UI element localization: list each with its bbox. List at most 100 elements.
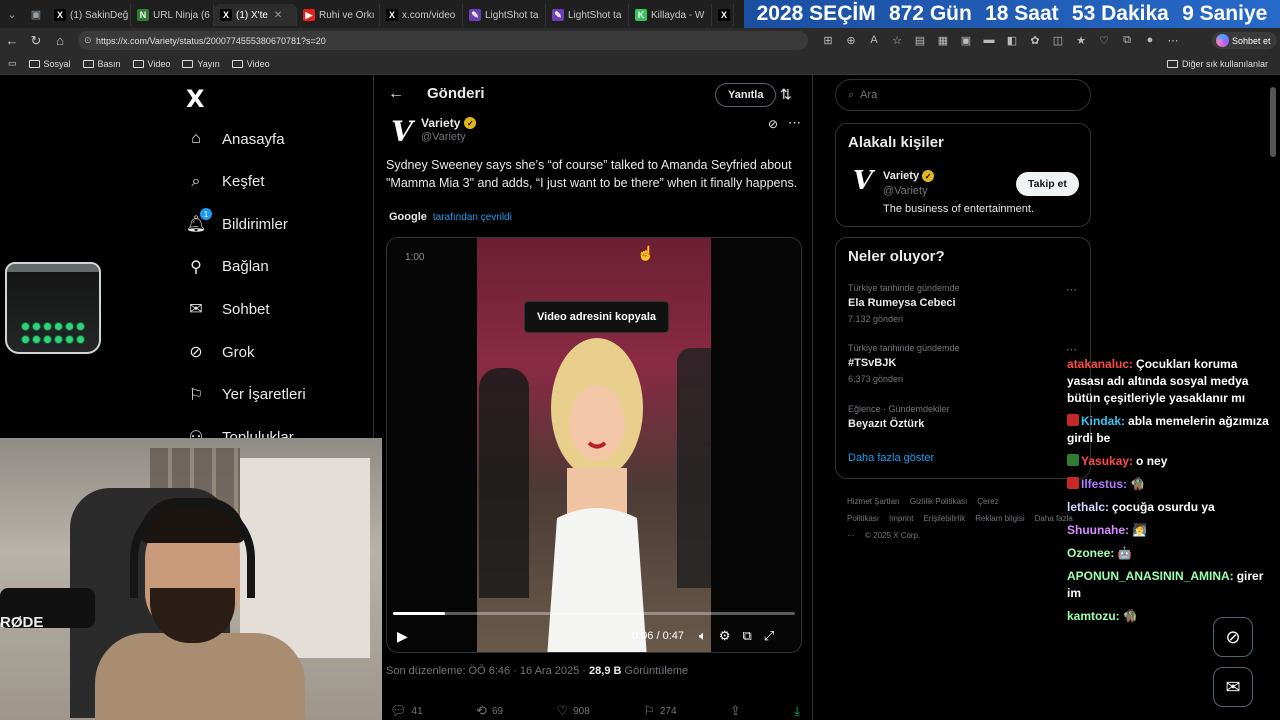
browser-tab[interactable]: ▶Ruhi ve Orkı✕ (297, 4, 380, 26)
tab-actions-icon[interactable]: ⌄ (0, 0, 24, 28)
favorites-icon[interactable]: ★ (1073, 32, 1089, 48)
tab-favicon-icon: ✎ (552, 9, 564, 21)
extension-icon[interactable]: ▬ (981, 32, 997, 48)
reply-button[interactable]: Yanıtla (715, 83, 777, 107)
browser-tab[interactable]: NURL Ninja (6✕ (131, 4, 214, 26)
trend-more-icon[interactable]: ⋯ (1066, 283, 1077, 296)
nav-item-anasayfa[interactable]: ⌂ Anasayfa (186, 129, 284, 149)
follow-button[interactable]: Takip et (1016, 172, 1079, 196)
author-avatar[interactable]: V (386, 115, 418, 148)
browser-tab[interactable]: KKillayda - W✕ (629, 4, 712, 26)
picture-in-picture-icon[interactable]: ⧉ (742, 628, 751, 644)
tab-favicon-icon: ▶ (303, 9, 315, 21)
related-handle[interactable]: @Variety (883, 185, 928, 197)
nav-item-ke-fet[interactable]: ⌕ Keşfet (186, 172, 265, 192)
app-available-icon[interactable]: ⊞ (820, 32, 836, 48)
related-name[interactable]: Variety ✓ (883, 170, 935, 182)
read-aloud-icon[interactable]: A (866, 32, 882, 48)
trend-item[interactable]: Türkiye tarihinde gündemde #TSvBJK 6.373… (848, 343, 960, 384)
back-icon[interactable]: ← (0, 28, 24, 53)
extension-icon[interactable]: ◧ (1004, 32, 1020, 48)
settings-gear-icon[interactable]: ⚙ (719, 628, 731, 644)
other-bookmarks[interactable]: Diğer sık kullanılanlar (1166, 59, 1268, 69)
messages-fab-icon[interactable]: ✉ (1213, 667, 1253, 707)
menu-icon[interactable]: ⋯ (1165, 32, 1181, 48)
search-input[interactable]: ⌕ Ara (835, 79, 1091, 111)
author-handle[interactable]: @Variety (421, 131, 466, 143)
bookmark-folder[interactable]: Yayın (182, 59, 220, 69)
author-name[interactable]: Variety ✓ (421, 116, 477, 130)
zoom-icon[interactable]: ⊕ (843, 32, 859, 48)
favorite-star-icon[interactable]: ☆ (889, 32, 905, 48)
home-icon[interactable]: ⌂ (48, 28, 72, 53)
footer-link[interactable]: Gizlilik Politikası (910, 497, 967, 506)
workspaces-icon[interactable]: ▣ (24, 0, 48, 28)
profile-avatar-icon[interactable]: ● (1142, 32, 1158, 48)
video-progress-fill (393, 612, 446, 615)
back-arrow-icon[interactable]: ← (388, 85, 404, 103)
repost-count: 69 (491, 705, 504, 717)
trend-more-icon[interactable]: ⋯ (1066, 343, 1077, 356)
video-progress-bar[interactable] (393, 612, 795, 615)
extension-icon[interactable]: ▤ (912, 32, 928, 48)
nav-item-bildirimler[interactable]: 🔔︎ 1 Bildirimler (186, 208, 288, 234)
x-logo[interactable]: X (186, 85, 205, 113)
bookmark-action[interactable]: ⚐ 274 (643, 703, 676, 719)
reply-action[interactable]: 💬︎ 41 (390, 703, 423, 719)
volume-icon[interactable]: 🔈︎ (699, 628, 707, 644)
url-field[interactable]: ⊙ https://x.com/Variety/status/200077455… (78, 31, 808, 50)
copy-video-address-tooltip[interactable]: Video adresini kopyala (524, 301, 670, 333)
bookmark-folder[interactable]: Video (132, 59, 170, 69)
extension-icon[interactable]: ▣ (958, 32, 974, 48)
browser-tab[interactable]: X(1) SakinDeğ✕ (48, 4, 131, 26)
extension-icon[interactable]: ✿ (1027, 32, 1043, 48)
nav-item-ba-lan[interactable]: ⚲ Bağlan (186, 257, 269, 277)
tab-favicon-icon: X (718, 9, 730, 21)
grok-fab-icon[interactable]: ⊘ (1213, 617, 1253, 657)
trend-item[interactable]: Türkiye tarihinde gündemde Ela Rumeysa C… (848, 283, 960, 324)
nav-item-grok[interactable]: ⊘ Grok (186, 342, 254, 362)
translation-link[interactable]: tarafından çevrildi (433, 212, 512, 223)
post-actions: 💬︎ 41 ⟲ 69 ♡ 908 ⚐ 274 ⇪ ⤓ (390, 703, 800, 719)
bookmark-folder[interactable]: Video (231, 59, 270, 69)
footer-link[interactable]: Reklam bilgisi (975, 514, 1024, 523)
split-screen-icon[interactable]: ◫ (1050, 32, 1066, 48)
bookmark-folder[interactable]: Basın (82, 59, 121, 69)
bookmark-folder[interactable]: Sosyal (28, 59, 71, 69)
page-scrollbar[interactable] (1270, 87, 1276, 157)
nav-item-sohbet[interactable]: ✉ Sohbet (186, 299, 269, 319)
more-options-icon[interactable]: ⋯ (788, 115, 801, 131)
browser-tab[interactable]: XX (712, 4, 734, 26)
nav-item-yer-i-aretleri[interactable]: ⚐ Yer İşaretleri (186, 385, 306, 405)
tab-close-icon[interactable]: ✕ (274, 10, 282, 21)
footer-link[interactable]: Erişilebilirlik (923, 514, 965, 523)
footer-link[interactable]: Imprint (889, 514, 913, 523)
browser-tab[interactable]: Xx.com/video✕ (380, 4, 463, 26)
browser-tab[interactable]: ✎LightShot ta✕ (546, 4, 629, 26)
video-player[interactable]: 1:00 Video adresini kopyala ▶ 0:06 / 0:4… (386, 237, 802, 653)
fullscreen-icon[interactable]: ⤢ (764, 628, 774, 644)
like-action[interactable]: ♡ 908 (556, 703, 589, 719)
browser-tab[interactable]: ✎LightShot ta✕ (463, 4, 546, 26)
play-icon[interactable]: ▶ (397, 628, 408, 645)
extension-icon[interactable]: ▦ (935, 32, 951, 48)
browser-tab[interactable]: X (1) X'te ✕ (214, 4, 297, 26)
sliders-icon[interactable]: ⇅ (780, 86, 792, 103)
reload-icon[interactable]: ↻ (24, 28, 48, 53)
site-info-icon[interactable]: ⊙ (84, 35, 92, 46)
folder-icon (28, 59, 40, 68)
repost-action[interactable]: ⟲ 69 (476, 703, 503, 719)
sidebar-toggle-icon[interactable]: ▭ (8, 58, 17, 69)
footer-link[interactable]: Hizmet Şartları (847, 497, 900, 506)
share-action[interactable]: ⇪ (730, 703, 741, 719)
grok-explain-icon[interactable]: ⊘ (768, 117, 778, 131)
browser-essentials-icon[interactable]: ♡ (1096, 32, 1112, 48)
copilot-chat-button[interactable]: Sohbet et (1212, 32, 1277, 49)
download-action[interactable]: ⤓ (794, 703, 800, 719)
collections-icon[interactable]: ⧉ (1119, 32, 1135, 48)
trend-context: Türkiye tarihinde gündemde (848, 343, 960, 353)
show-more-link[interactable]: Daha fazla göster (848, 452, 934, 464)
trend-item[interactable]: Eğlence · Gündemdekiler Beyazıt Öztürk (848, 404, 950, 430)
post-column: ← Gönderi Yanıtla ⇅ V Variety ✓ @Variety… (373, 75, 813, 720)
related-avatar[interactable]: V (848, 166, 878, 196)
